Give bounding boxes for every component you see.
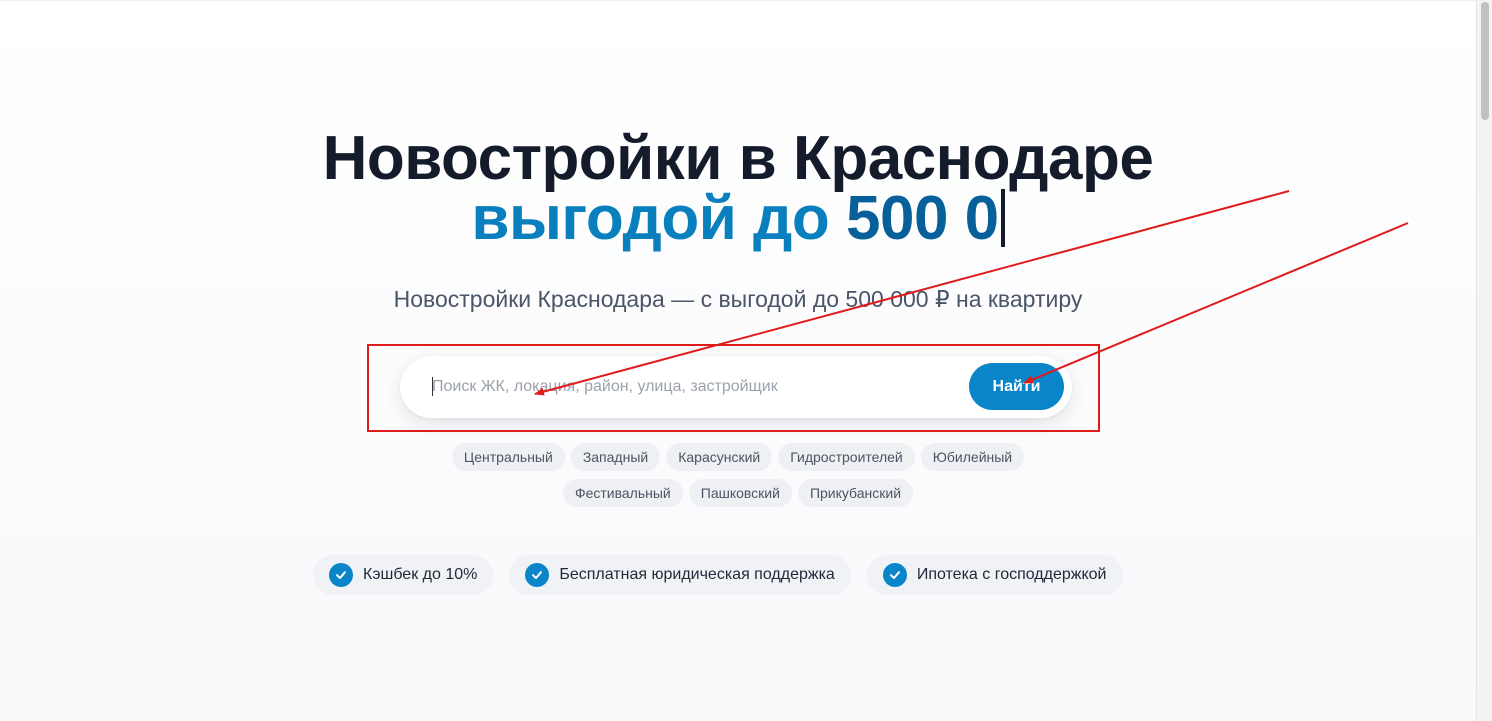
- page-subtitle: Новостройки Краснодара — с выгодой до 50…: [393, 286, 1083, 312]
- district-chips-row-1: Центральный Западный Карасунский Гидрострои…: [0, 443, 1476, 471]
- search-button[interactable]: Найти: [969, 363, 1064, 410]
- benefit-label: Ипотека с господдержкой: [916, 566, 1107, 583]
- benefit-item: Ипотека с господдержкой: [866, 555, 1123, 595]
- input-caret: [432, 377, 433, 396]
- vertical-scrollbar[interactable]: [1476, 0, 1492, 721]
- benefit-label: Бесплатная юридическая поддержка: [559, 566, 835, 583]
- district-chip[interactable]: Карасунский: [666, 443, 773, 471]
- district-chip[interactable]: Фестивальный: [562, 479, 683, 507]
- title-accent-text: выгодой до: [471, 184, 846, 253]
- district-chip[interactable]: Прикубанский: [797, 479, 914, 507]
- search-box: Найти: [400, 356, 1072, 418]
- benefit-label: Кэшбек до 10%: [363, 566, 478, 583]
- district-chips-row-2: Фестивальный Пашковский Прикубанский: [0, 479, 1476, 507]
- typing-caret: [1000, 189, 1005, 247]
- benefit-item: Бесплатная юридическая поддержка: [509, 555, 851, 595]
- district-chip[interactable]: Центральный: [451, 443, 565, 471]
- check-icon: [525, 563, 550, 587]
- district-chip[interactable]: Гидростроителей: [778, 443, 915, 471]
- title-accent-number: 500 0: [846, 184, 999, 253]
- benefit-item: Кэшбек до 10%: [313, 555, 494, 595]
- district-chip[interactable]: Юбилейный: [920, 443, 1025, 471]
- search-input[interactable]: [432, 372, 952, 402]
- check-icon: [882, 563, 907, 587]
- scrollbar-thumb[interactable]: [1481, 2, 1489, 120]
- district-chip[interactable]: Западный: [570, 443, 661, 471]
- page-title-accent: выгодой до 500 0: [0, 186, 1476, 252]
- benefits-list: Кэшбек до 10% Бесплатная юридическая под…: [313, 555, 1123, 595]
- header-shadow: [0, 0, 1476, 2]
- page: Новостройки в Краснодаре выгодой до 500 …: [0, 0, 1492, 721]
- district-chip[interactable]: Пашковский: [688, 479, 792, 507]
- check-icon: [329, 563, 353, 587]
